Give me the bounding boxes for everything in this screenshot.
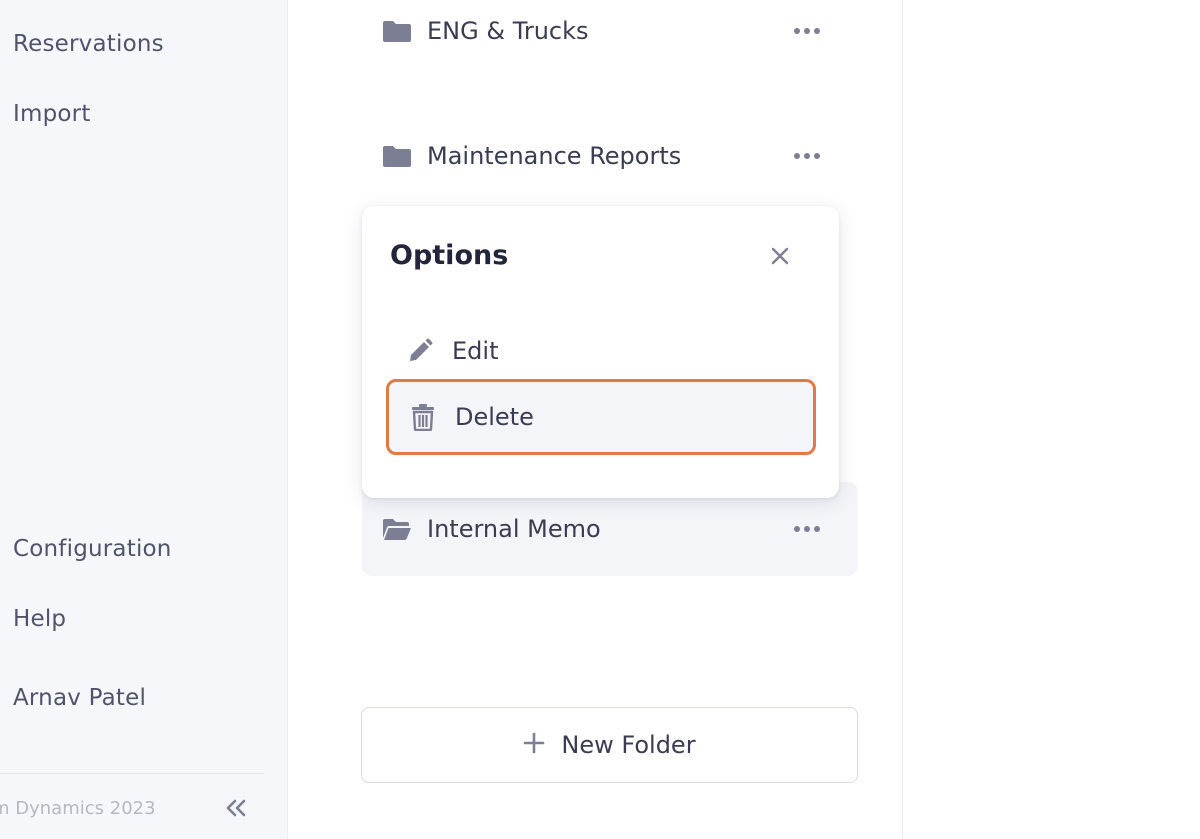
sidebar-item-configuration[interactable]: Configuration <box>13 536 172 562</box>
delete-label: Delete <box>455 403 534 431</box>
double-chevron-left-icon <box>224 798 248 822</box>
sidebar: Reservations Import Configuration Help A… <box>0 0 288 839</box>
sidebar-divider <box>0 773 264 774</box>
collapse-sidebar-button[interactable] <box>222 796 250 824</box>
sidebar-item-import[interactable]: Import <box>13 101 91 127</box>
close-icon <box>770 246 790 270</box>
folder-label: ENG & Trucks <box>427 17 589 45</box>
trash-icon <box>408 402 438 432</box>
sidebar-item-user-profile[interactable]: Arnav Patel <box>13 685 146 711</box>
detail-pane <box>902 0 1200 839</box>
edit-menu-item[interactable]: Edit <box>386 313 816 389</box>
new-folder-label: New Folder <box>561 731 696 759</box>
close-popup-button[interactable] <box>766 244 794 272</box>
sidebar-item-reservations[interactable]: Reservations <box>13 31 164 57</box>
more-dots-icon <box>794 526 800 532</box>
copyright-text: m Dynamics 2023 <box>0 798 156 819</box>
folder-label: Internal Memo <box>427 515 601 543</box>
sidebar-item-help[interactable]: Help <box>13 606 66 632</box>
plus-icon <box>523 732 545 758</box>
folder-label: Maintenance Reports <box>427 142 682 170</box>
more-options-button[interactable] <box>790 146 824 166</box>
new-folder-button[interactable]: New Folder <box>361 707 858 783</box>
delete-menu-item[interactable]: Delete <box>386 379 816 455</box>
options-popup: Options Edit Delete <box>362 206 839 498</box>
folder-row-maintenance-reports[interactable]: Maintenance Reports <box>362 109 858 203</box>
folder-open-icon <box>382 516 414 542</box>
more-dots-icon <box>794 153 800 159</box>
more-options-button[interactable] <box>790 519 824 539</box>
folder-icon <box>382 18 414 44</box>
folder-icon <box>382 143 414 169</box>
pencil-icon <box>405 336 435 366</box>
more-options-button[interactable] <box>790 21 824 41</box>
edit-label: Edit <box>452 337 499 365</box>
options-title: Options <box>390 240 509 271</box>
folder-row-eng-trucks[interactable]: ENG & Trucks <box>362 0 858 78</box>
more-dots-icon <box>794 28 800 34</box>
